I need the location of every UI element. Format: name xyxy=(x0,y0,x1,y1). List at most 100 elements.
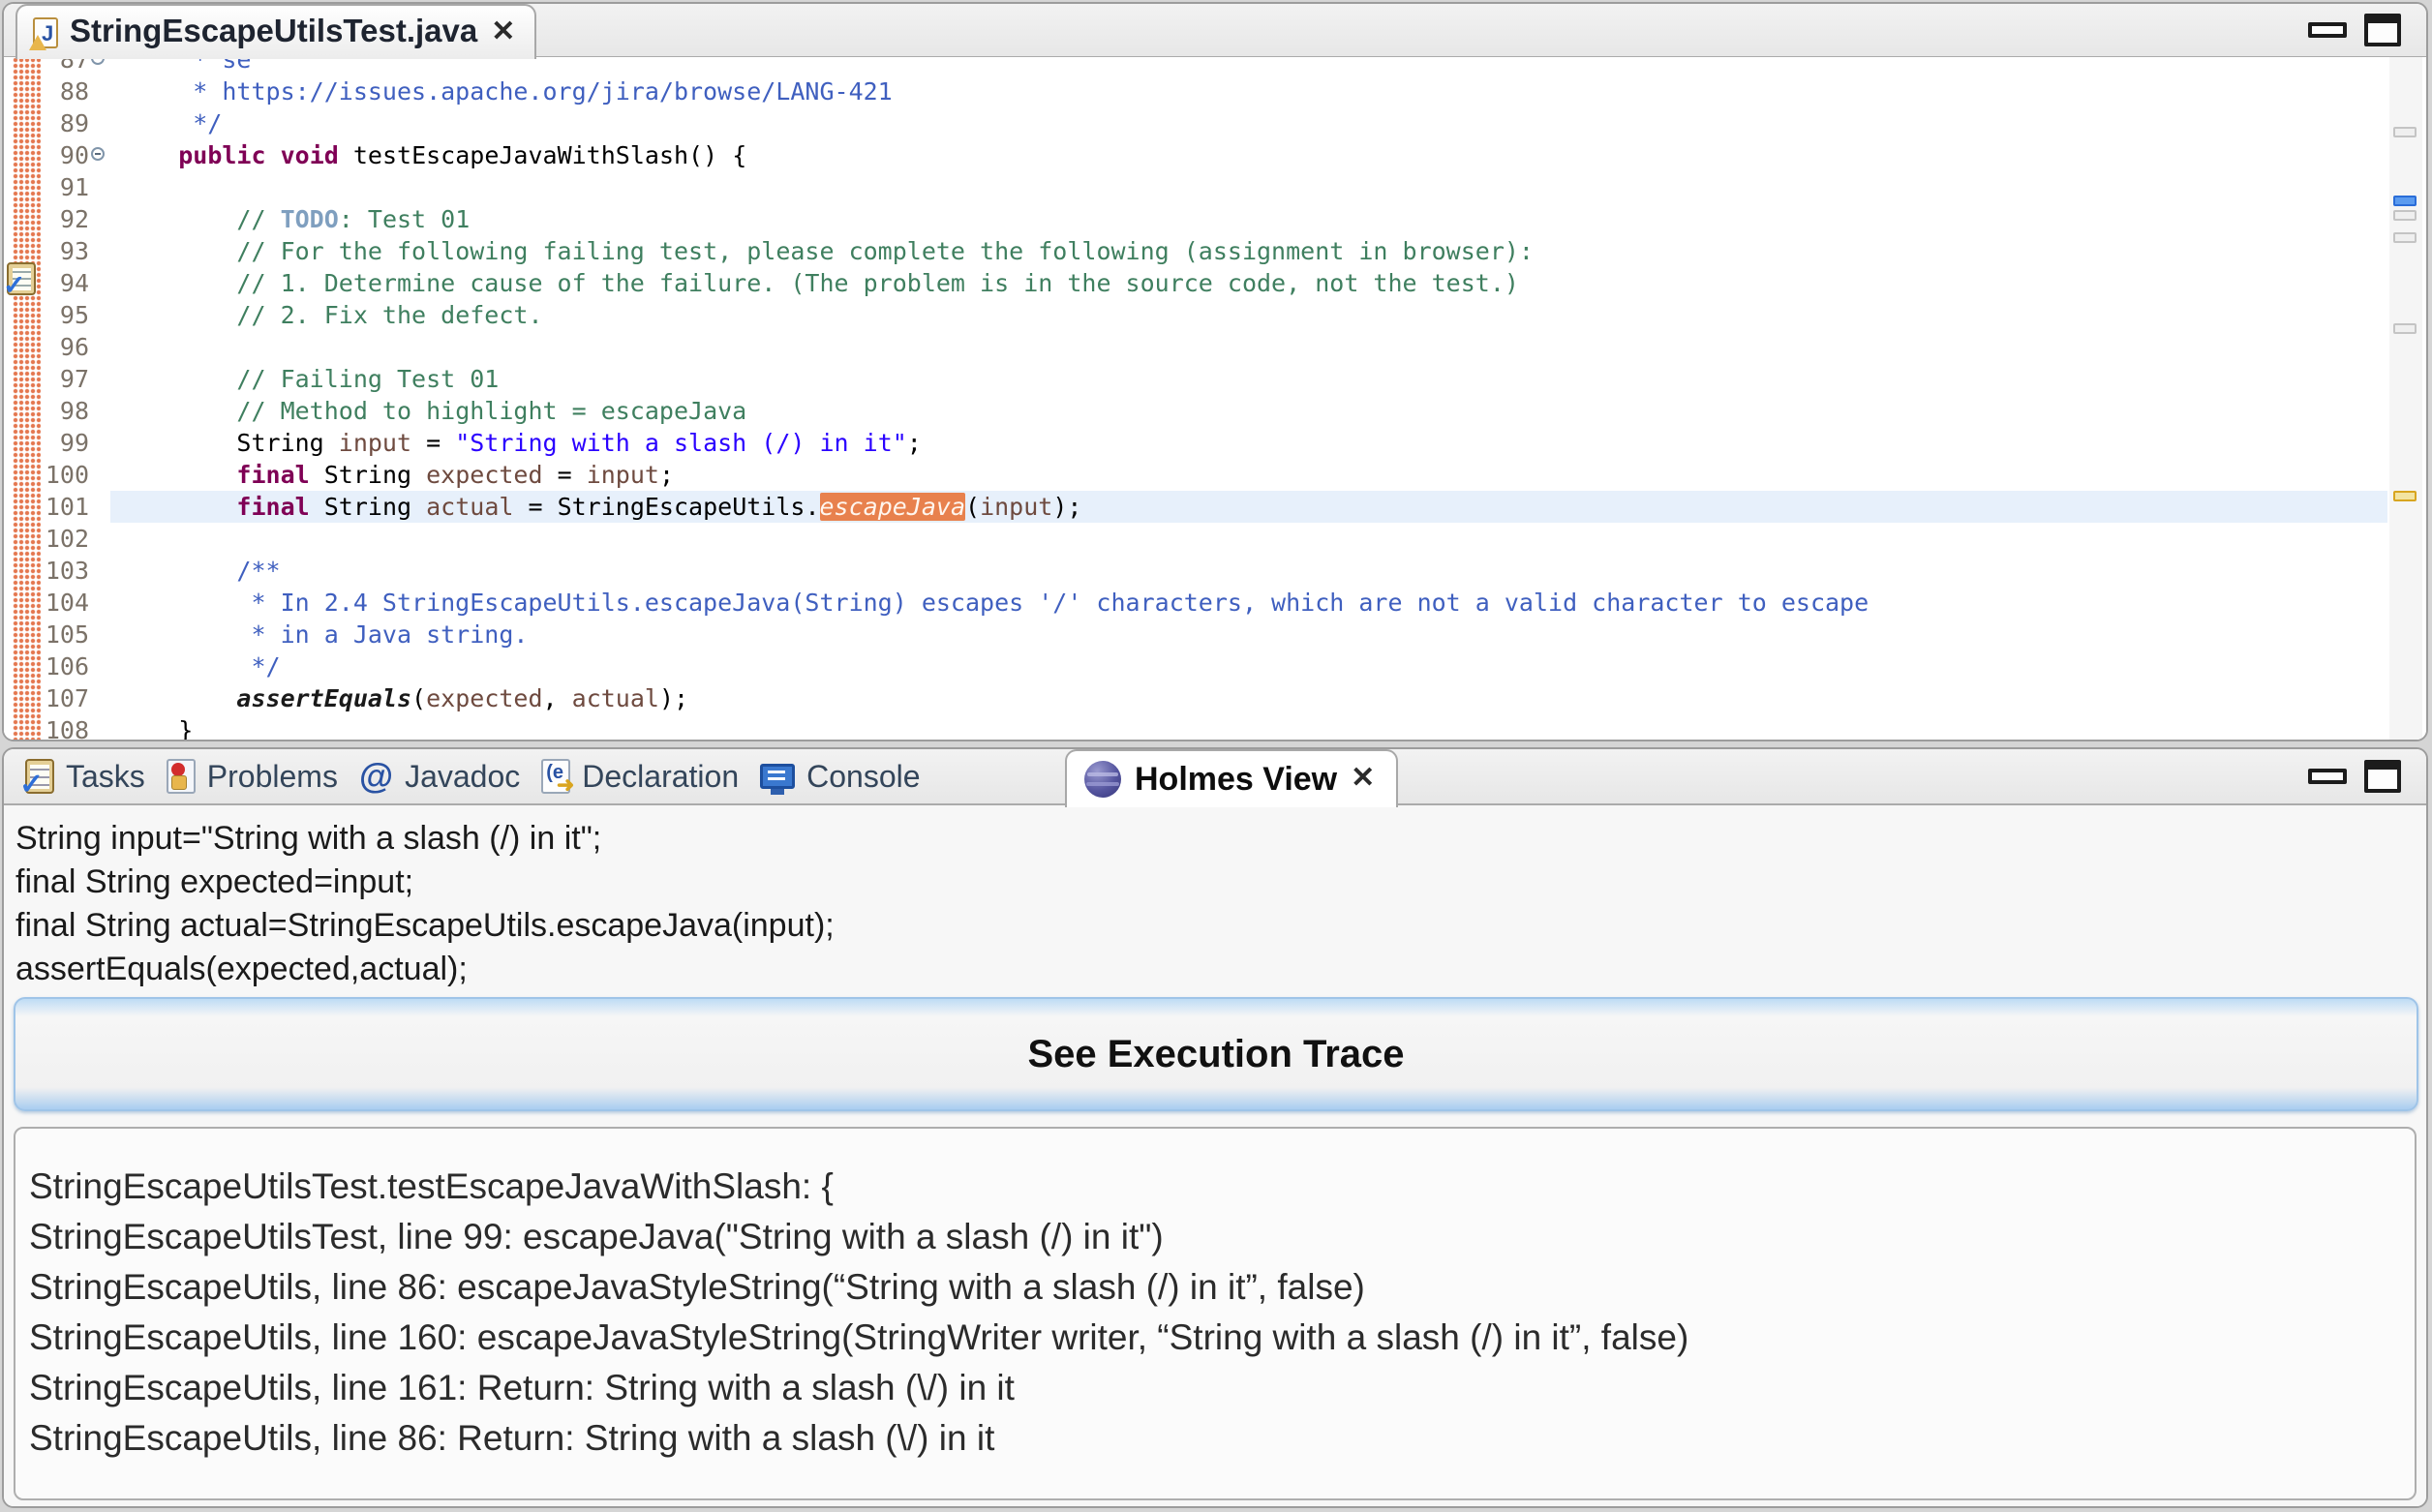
fold-column xyxy=(89,331,110,363)
minimize-icon[interactable] xyxy=(2308,22,2347,38)
code-line[interactable]: 104 * In 2.4 StringEscapeUtils.escapeJav… xyxy=(41,587,2387,619)
editor-tab-stringescapeutilstest[interactable]: StringEscapeUtilsTest.java ✕ xyxy=(15,4,537,59)
fold-column xyxy=(89,76,110,107)
code-line[interactable]: 88 * https://issues.apache.org/jira/brow… xyxy=(41,76,2387,107)
line-number[interactable]: 90 xyxy=(41,139,89,171)
code-line[interactable]: 102 xyxy=(41,523,2387,555)
code-line[interactable]: 92 // TODO: Test 01 xyxy=(41,203,2387,235)
occurrence-highlight: escapeJava xyxy=(819,493,966,521)
holmes-code-line: final String actual=StringEscapeUtils.es… xyxy=(15,907,835,944)
minimize-icon[interactable] xyxy=(2308,769,2347,784)
line-number[interactable]: 108 xyxy=(41,714,89,740)
trace-line: StringEscapeUtilsTest, line 99: escapeJa… xyxy=(29,1217,1164,1256)
line-number[interactable]: 105 xyxy=(41,619,89,650)
line-number[interactable]: 89 xyxy=(41,107,89,139)
tab-label: Console xyxy=(806,758,921,794)
line-number[interactable]: 95 xyxy=(41,299,89,331)
holmes-code-line: assertEquals(expected,actual); xyxy=(15,951,468,987)
line-number[interactable]: 92 xyxy=(41,203,89,235)
tab-holmes-view[interactable]: Holmes View ✕ xyxy=(1065,749,1399,807)
trace-line: StringEscapeUtils, line 86: escapeJavaSt… xyxy=(29,1267,1365,1307)
holmes-sphere-icon xyxy=(1084,761,1121,798)
tab-problems[interactable]: Problems xyxy=(166,759,338,795)
line-number[interactable]: 87 xyxy=(41,57,89,76)
code-line[interactable]: 87 * se xyxy=(41,57,2387,76)
maximize-icon[interactable] xyxy=(2364,760,2401,793)
line-number[interactable]: 88 xyxy=(41,76,89,107)
editor-tabbar: StringEscapeUtilsTest.java ✕ xyxy=(4,4,2426,59)
ruler-marker-blue[interactable] xyxy=(2393,196,2417,206)
code-line[interactable]: 94 // 1. Determine cause of the failure.… xyxy=(41,267,2387,299)
fold-collapse-icon[interactable] xyxy=(91,147,105,161)
line-number[interactable]: 96 xyxy=(41,331,89,363)
holmes-view-content: String input="String with a slash (/) in… xyxy=(4,805,2426,1506)
code-line[interactable]: 90 public void testEscapeJavaWithSlash()… xyxy=(41,139,2387,171)
code-line[interactable]: 98 // Method to highlight = escapeJava xyxy=(41,395,2387,427)
eclipse-workbench: { "editor": { "tab": {"title": "StringEs… xyxy=(0,0,2432,1512)
code-line[interactable]: 103 /** xyxy=(41,555,2387,587)
code-text: * se xyxy=(120,57,252,74)
code-line[interactable]: 89 */ xyxy=(41,107,2387,139)
holmes-tab-close-icon[interactable]: ✕ xyxy=(1351,764,1375,793)
fold-column xyxy=(89,267,110,299)
ruler-marker-gray[interactable] xyxy=(2393,210,2417,221)
code-line[interactable]: 105 * in a Java string. xyxy=(41,619,2387,650)
code-line[interactable]: 93 // For the following failing test, pl… xyxy=(41,235,2387,267)
tab-label: Declaration xyxy=(582,758,740,794)
see-execution-trace-button[interactable]: See Execution Trace xyxy=(14,997,2418,1111)
line-number[interactable]: 100 xyxy=(41,459,89,491)
line-number[interactable]: 93 xyxy=(41,235,89,267)
line-number[interactable]: 98 xyxy=(41,395,89,427)
code-line[interactable]: 95 // 2. Fix the defect. xyxy=(41,299,2387,331)
tab-javadoc[interactable]: @ Javadoc xyxy=(359,759,520,795)
task-marker-icon[interactable] xyxy=(4,262,36,301)
code-line[interactable]: 96 xyxy=(41,331,2387,363)
code-text: // 1. Determine cause of the failure. (T… xyxy=(236,269,1519,297)
code-area[interactable]: 87 * se 88 * https://issues.apache.org/ji… xyxy=(41,57,2387,740)
code-text: public void testEscapeJavaWithSlash() { xyxy=(178,141,747,169)
line-number[interactable]: 99 xyxy=(41,427,89,459)
line-number[interactable]: 106 xyxy=(41,650,89,682)
line-number[interactable]: 104 xyxy=(41,587,89,619)
line-number[interactable]: 107 xyxy=(41,682,89,714)
line-number[interactable]: 91 xyxy=(41,171,89,203)
tasks-icon xyxy=(19,759,54,801)
tab-holmes-view-label: Holmes View xyxy=(1135,760,1338,798)
quickdiff-hatch-column xyxy=(13,57,41,740)
code-line[interactable]: 108 } xyxy=(41,714,2387,740)
code-text: String input = "String with a slash (/) … xyxy=(120,429,922,457)
code-text: * In 2.4 StringEscapeUtils.escapeJava(St… xyxy=(120,589,1870,617)
code-line-current[interactable]: 101 final String actual = StringEscapeUt… xyxy=(41,491,2387,523)
fold-column xyxy=(89,650,110,682)
line-number[interactable]: 94 xyxy=(41,267,89,299)
code-text: // 2. Fix the defect. xyxy=(236,301,543,329)
tab-tasks[interactable]: Tasks xyxy=(19,759,145,802)
fold-column xyxy=(89,57,110,76)
code-line[interactable]: 100 final String expected = input; xyxy=(41,459,2387,491)
fold-column xyxy=(89,299,110,331)
fold-column xyxy=(89,203,110,235)
code-line[interactable]: 99 String input = "String with a slash (… xyxy=(41,427,2387,459)
declaration-icon xyxy=(541,759,574,798)
maximize-icon[interactable] xyxy=(2364,14,2401,46)
editor-tab-close-icon[interactable]: ✕ xyxy=(491,16,515,46)
tab-console[interactable]: Console xyxy=(760,758,921,795)
ruler-marker-gray[interactable] xyxy=(2393,232,2417,243)
fold-column xyxy=(89,491,110,523)
code-line[interactable]: 107 assertEquals(expected, actual); xyxy=(41,682,2387,714)
code-line[interactable]: 106 */ xyxy=(41,650,2387,682)
ruler-marker-yellow[interactable] xyxy=(2393,491,2417,501)
line-number[interactable]: 102 xyxy=(41,523,89,555)
code-line[interactable]: 91 xyxy=(41,171,2387,203)
overview-ruler[interactable] xyxy=(2389,57,2422,740)
line-number[interactable]: 103 xyxy=(41,555,89,587)
line-number[interactable]: 101 xyxy=(41,491,89,523)
code-line[interactable]: 97 // Failing Test 01 xyxy=(41,363,2387,395)
ruler-marker-gray[interactable] xyxy=(2393,127,2417,137)
code-text: */ xyxy=(120,652,281,680)
line-number[interactable]: 97 xyxy=(41,363,89,395)
java-file-warning-icon xyxy=(29,16,58,50)
tab-declaration[interactable]: Declaration xyxy=(541,758,740,798)
holmes-code-snippet: String input="String with a slash (/) in… xyxy=(4,805,2426,991)
ruler-marker-gray[interactable] xyxy=(2393,323,2417,334)
